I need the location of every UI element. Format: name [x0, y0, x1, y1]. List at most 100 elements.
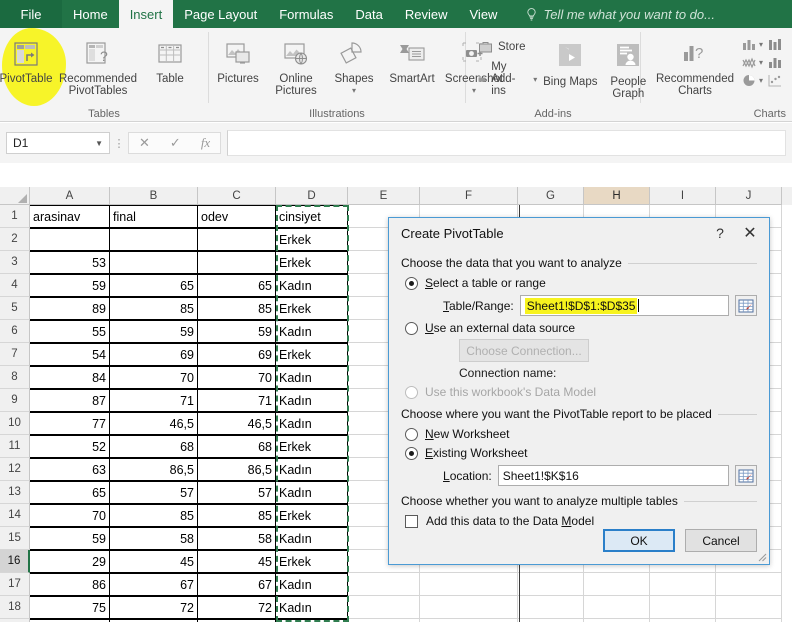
cell-B7[interactable]: 69: [110, 343, 198, 366]
recommended-charts-button[interactable]: ? Recommended Charts: [649, 33, 741, 97]
formula-input[interactable]: [227, 130, 786, 156]
shapes-button[interactable]: Shapes ▾: [325, 33, 383, 95]
cell-D18[interactable]: Kadın: [276, 596, 348, 619]
cell-C17[interactable]: 67: [198, 573, 276, 596]
close-icon[interactable]: ✕: [735, 220, 765, 246]
radio-existing-worksheet[interactable]: Existing Worksheet: [405, 446, 757, 460]
row-header-10[interactable]: 10: [0, 412, 30, 435]
cell-B18[interactable]: 72: [110, 596, 198, 619]
row-header-1[interactable]: 1: [0, 205, 30, 228]
location-input[interactable]: Sheet1!$K$16: [497, 465, 729, 486]
cell-A4[interactable]: 59: [30, 274, 110, 297]
cell-C12[interactable]: 86,5: [198, 458, 276, 481]
cell-C7[interactable]: 69: [198, 343, 276, 366]
select-all-corner[interactable]: [0, 187, 30, 205]
cell-B15[interactable]: 58: [110, 527, 198, 550]
cell-D1[interactable]: cinsiyet: [276, 205, 348, 228]
cell-B6[interactable]: 59: [110, 320, 198, 343]
row-header-9[interactable]: 9: [0, 389, 30, 412]
help-icon[interactable]: ?: [705, 220, 735, 246]
cell-B3[interactable]: [110, 251, 198, 274]
stock-chart-button[interactable]: ▾: [741, 55, 763, 70]
row-header-11[interactable]: 11: [0, 435, 30, 458]
cell-A17[interactable]: 86: [30, 573, 110, 596]
cell-A16[interactable]: 29: [30, 550, 110, 573]
column-header-E[interactable]: E: [348, 187, 420, 205]
tab-page-layout[interactable]: Page Layout: [173, 0, 268, 28]
column-header-B[interactable]: B: [110, 187, 198, 205]
cell-A11[interactable]: 52: [30, 435, 110, 458]
cell-B14[interactable]: 85: [110, 504, 198, 527]
table-range-picker-button[interactable]: [735, 295, 757, 316]
column-chart-button[interactable]: ▾: [741, 37, 763, 52]
pivottable-button[interactable]: PivotTable: [0, 33, 53, 85]
tell-me-box[interactable]: Tell me what you want to do...: [508, 0, 715, 28]
column-header-C[interactable]: C: [198, 187, 276, 205]
cell-D9[interactable]: Kadın: [276, 389, 348, 412]
cell-C1[interactable]: odev: [198, 205, 276, 228]
ok-button[interactable]: OK: [603, 529, 675, 552]
cell-A9[interactable]: 87: [30, 389, 110, 412]
cell-H17[interactable]: [584, 573, 650, 596]
cell-E17[interactable]: [348, 573, 420, 596]
add-to-data-model-checkbox[interactable]: [405, 514, 418, 528]
cell-A8[interactable]: 84: [30, 366, 110, 389]
insert-function-icon[interactable]: fx: [201, 135, 210, 151]
my-addins-chevron-down-icon[interactable]: ▾: [533, 75, 537, 83]
cell-D12[interactable]: Kadın: [276, 458, 348, 481]
cell-A5[interactable]: 89: [30, 297, 110, 320]
cell-F18[interactable]: [420, 596, 518, 619]
cell-C4[interactable]: 65: [198, 274, 276, 297]
cell-G18[interactable]: [518, 596, 584, 619]
cell-C9[interactable]: 71: [198, 389, 276, 412]
tab-data[interactable]: Data: [344, 0, 393, 28]
cell-D3[interactable]: Erkek: [276, 251, 348, 274]
row-header-16[interactable]: 16: [0, 550, 30, 573]
pie-chart-button[interactable]: ▾: [741, 73, 763, 88]
cell-I17[interactable]: [650, 573, 716, 596]
cell-C8[interactable]: 70: [198, 366, 276, 389]
cell-D15[interactable]: Kadın: [276, 527, 348, 550]
cell-A12[interactable]: 63: [30, 458, 110, 481]
table-range-input[interactable]: Sheet1!$D$1:$D$35: [519, 295, 729, 316]
cell-D4[interactable]: Kadın: [276, 274, 348, 297]
cell-A1[interactable]: arasinav: [30, 205, 110, 228]
row-header-4[interactable]: 4: [0, 274, 30, 297]
tab-view[interactable]: View: [459, 0, 509, 28]
cell-D5[interactable]: Erkek: [276, 297, 348, 320]
cell-D11[interactable]: Erkek: [276, 435, 348, 458]
cell-D17[interactable]: Kadın: [276, 573, 348, 596]
cell-B10[interactable]: 46,5: [110, 412, 198, 435]
column-chart-chevron-down-icon[interactable]: ▾: [759, 41, 763, 49]
bing-maps-button[interactable]: Bing Maps: [541, 36, 599, 88]
row-header-15[interactable]: 15: [0, 527, 30, 550]
row-header-18[interactable]: 18: [0, 596, 30, 619]
cell-B12[interactable]: 86,5: [110, 458, 198, 481]
cell-C5[interactable]: 85: [198, 297, 276, 320]
column-header-H[interactable]: H: [584, 187, 650, 205]
cell-B9[interactable]: 71: [110, 389, 198, 412]
table-button[interactable]: Table: [144, 33, 196, 85]
cell-C2[interactable]: [198, 228, 276, 251]
cell-D7[interactable]: Erkek: [276, 343, 348, 366]
cell-D8[interactable]: Kadın: [276, 366, 348, 389]
cell-D14[interactable]: Erkek: [276, 504, 348, 527]
cell-B16[interactable]: 45: [110, 550, 198, 573]
cell-A2[interactable]: [30, 228, 110, 251]
column-header-I[interactable]: I: [650, 187, 716, 205]
cell-B13[interactable]: 57: [110, 481, 198, 504]
cell-A10[interactable]: 77: [30, 412, 110, 435]
row-header-13[interactable]: 13: [0, 481, 30, 504]
row-header-6[interactable]: 6: [0, 320, 30, 343]
confirm-entry-icon[interactable]: ✓: [170, 135, 181, 151]
bar-chart-button[interactable]: [767, 37, 784, 52]
cell-C6[interactable]: 59: [198, 320, 276, 343]
smartart-button[interactable]: SmartArt: [383, 33, 441, 85]
column-header-G[interactable]: G: [518, 187, 584, 205]
radio-use-external-data-source[interactable]: Use an external data source: [405, 321, 757, 335]
cell-B5[interactable]: 85: [110, 297, 198, 320]
cell-B11[interactable]: 68: [110, 435, 198, 458]
cell-G17[interactable]: [518, 573, 584, 596]
checkbox-add-to-data-model[interactable]: Add this data to the Data Model: [405, 514, 757, 528]
resize-grip-icon[interactable]: [755, 550, 767, 562]
